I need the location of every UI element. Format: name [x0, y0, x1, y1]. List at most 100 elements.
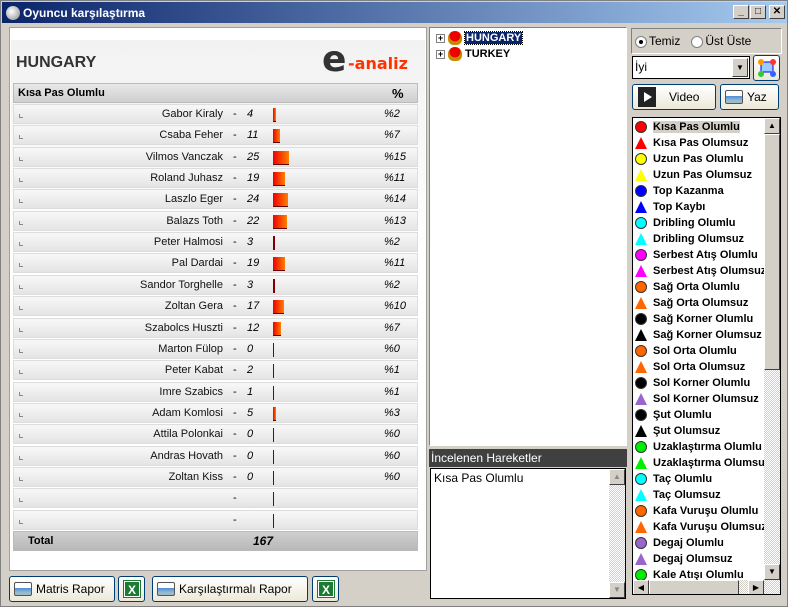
player-row[interactable]: Gabor Kiraly - 4 %2	[13, 104, 418, 124]
player-row[interactable]: -	[13, 488, 418, 509]
row-checkbox-icon[interactable]	[19, 135, 23, 140]
temiz-radio[interactable]: Temiz	[635, 34, 680, 48]
action-item[interactable]: Dribling Olumlu	[635, 215, 736, 231]
row-checkbox-icon[interactable]	[19, 391, 23, 396]
action-item[interactable]: Uzaklaştırma Olumsuz	[635, 455, 770, 471]
row-checkbox-icon[interactable]	[19, 114, 23, 118]
player-row[interactable]: Balazs Toth - 22 %13	[13, 210, 418, 231]
row-checkbox-icon[interactable]	[19, 306, 23, 311]
action-item[interactable]: Şut Olumsuz	[635, 423, 720, 439]
row-checkbox-icon[interactable]	[19, 156, 23, 161]
row-checkbox-icon[interactable]	[19, 370, 23, 375]
action-item[interactable]: Uzun Pas Olumlu	[635, 151, 743, 167]
action-item[interactable]: Sağ Orta Olumlu	[635, 279, 740, 295]
action-item[interactable]: Uzaklaştırma Olumlu	[635, 439, 762, 455]
matris-excel-button[interactable]: X	[118, 576, 145, 602]
action-item[interactable]: Şut Olumlu	[635, 407, 712, 423]
scroll-up-button[interactable]: ▲	[609, 469, 625, 485]
row-checkbox-icon[interactable]	[19, 220, 23, 225]
player-row[interactable]: Zoltan Gera - 17 %10	[13, 296, 418, 317]
action-item[interactable]: Kısa Pas Olumlu	[635, 119, 740, 135]
action-item[interactable]: Sol Orta Olumsuz	[635, 359, 745, 375]
row-checkbox-icon[interactable]	[19, 519, 23, 524]
player-row[interactable]: -	[13, 509, 418, 530]
yaz-button[interactable]: Yaz	[720, 84, 779, 110]
row-checkbox-icon[interactable]	[19, 476, 23, 481]
action-item[interactable]: Sağ Orta Olumsuz	[635, 295, 748, 311]
tree-label[interactable]: TURKEY	[465, 48, 510, 60]
player-row[interactable]: Marton Fülop - 0 %0	[13, 338, 418, 359]
row-checkbox-icon[interactable]	[19, 498, 23, 503]
row-checkbox-icon[interactable]	[19, 455, 23, 460]
karsilastirmali-excel-button[interactable]: X	[312, 576, 339, 602]
player-row[interactable]: Roland Juhasz - 19 %11	[13, 168, 418, 189]
action-item[interactable]: Dribling Olumsuz	[635, 231, 744, 247]
row-checkbox-icon[interactable]	[19, 434, 23, 439]
action-item[interactable]: Sol Orta Olumlu	[635, 343, 737, 359]
radio-unchecked-icon[interactable]	[691, 35, 704, 48]
action-item[interactable]: Sol Korner Olumlu	[635, 375, 750, 391]
tree-node-hungary[interactable]: + HUNGARY	[436, 31, 524, 45]
action-item[interactable]: Kısa Pas Olumsuz	[635, 135, 748, 151]
scroll-right-button[interactable]: ▶	[748, 580, 764, 594]
action-item[interactable]: Top Kazanma	[635, 183, 724, 199]
expand-icon[interactable]: +	[436, 49, 445, 59]
incelenen-item[interactable]: Kısa Pas Olumlu	[434, 471, 523, 485]
action-item[interactable]: Top Kaybı	[635, 199, 705, 215]
action-item[interactable]: Sol Korner Olumsuz	[635, 391, 759, 407]
minimize-button[interactable]: _	[733, 5, 749, 19]
action-item[interactable]: Taç Olumsuz	[635, 487, 721, 503]
player-row[interactable]: Peter Kabat - 2 %1	[13, 360, 418, 381]
scroll-down-button[interactable]: ▼	[609, 582, 625, 598]
player-row[interactable]: Adam Komlosi - 5 %3	[13, 402, 418, 423]
video-button[interactable]: Video	[632, 84, 716, 110]
row-checkbox-icon[interactable]	[19, 412, 23, 417]
action-item[interactable]: Sağ Korner Olumsuz	[635, 327, 762, 343]
action-item[interactable]: Kafa Vuruşu Olumlu	[635, 503, 758, 519]
tree-label[interactable]: HUNGARY	[463, 31, 524, 45]
hscroll-thumb[interactable]	[649, 580, 739, 594]
action-item[interactable]: Sağ Korner Olumlu	[635, 311, 753, 327]
player-row[interactable]: Sandor Torghelle - 3 %2	[13, 274, 418, 295]
row-checkbox-icon[interactable]	[19, 284, 23, 289]
incelenen-scrollbar[interactable]	[609, 469, 625, 598]
scroll-down-button[interactable]: ▼	[764, 564, 780, 580]
action-item[interactable]: Kafa Vuruşu Olumsuz	[635, 519, 767, 535]
action-item[interactable]: Degaj Olumlu	[635, 535, 724, 551]
player-row[interactable]: Pal Dardai - 19 %11	[13, 253, 418, 274]
dropdown-arrow-icon[interactable]: ▼	[732, 58, 748, 77]
row-checkbox-icon[interactable]	[19, 348, 23, 353]
player-row[interactable]: Zoltan Kiss - 0 %0	[13, 466, 418, 487]
incelenen-list[interactable]: Kısa Pas Olumlu ▲ ▼	[430, 468, 626, 599]
row-checkbox-icon[interactable]	[19, 263, 23, 268]
player-row[interactable]: Peter Halmosi - 3 %2	[13, 232, 418, 253]
row-checkbox-icon[interactable]	[19, 242, 23, 247]
maximize-button[interactable]: □	[750, 5, 766, 19]
close-button[interactable]: ✕	[769, 5, 785, 19]
scroll-up-button[interactable]: ▲	[764, 118, 780, 134]
player-row[interactable]: Andras Hovath - 0 %0	[13, 445, 418, 466]
diagram-button[interactable]	[753, 55, 780, 81]
player-row[interactable]: Vilmos Vanczak - 25 %15	[13, 146, 418, 167]
action-item[interactable]: Uzun Pas Olumsuz	[635, 167, 752, 183]
row-checkbox-icon[interactable]	[19, 199, 23, 204]
scroll-left-button[interactable]: ◀	[633, 580, 649, 594]
row-checkbox-icon[interactable]	[19, 327, 23, 332]
ust-uste-radio[interactable]: Üst Üste	[691, 34, 751, 48]
row-checkbox-icon[interactable]	[19, 178, 23, 183]
scroll-thumb[interactable]	[764, 134, 780, 370]
action-item[interactable]: Degaj Olumsuz	[635, 551, 732, 567]
expand-icon[interactable]: +	[436, 33, 445, 43]
player-row[interactable]: Szabolcs Huszti - 12 %7	[13, 317, 418, 338]
tree-node-turkey[interactable]: + TURKEY	[436, 47, 510, 61]
quality-select[interactable]: İyi ▼	[632, 56, 750, 79]
action-item[interactable]: Taç Olumlu	[635, 471, 712, 487]
matris-rapor-button[interactable]: Matris Rapor	[9, 576, 115, 602]
player-row[interactable]: Csaba Feher - 11 %7	[13, 125, 418, 146]
action-item[interactable]: Serbest Atış Olumsuz	[635, 263, 766, 279]
radio-checked-icon[interactable]	[635, 35, 647, 48]
player-row[interactable]: Attila Polonkai - 0 %0	[13, 424, 418, 445]
action-list[interactable]: Kısa Pas Olumlu Kısa Pas Olumsuz Uzun Pas …	[632, 117, 781, 595]
action-item[interactable]: Serbest Atış Olumlu	[635, 247, 758, 263]
karsilastirmali-rapor-button[interactable]: Karşılaştırmalı Rapor	[152, 576, 308, 602]
